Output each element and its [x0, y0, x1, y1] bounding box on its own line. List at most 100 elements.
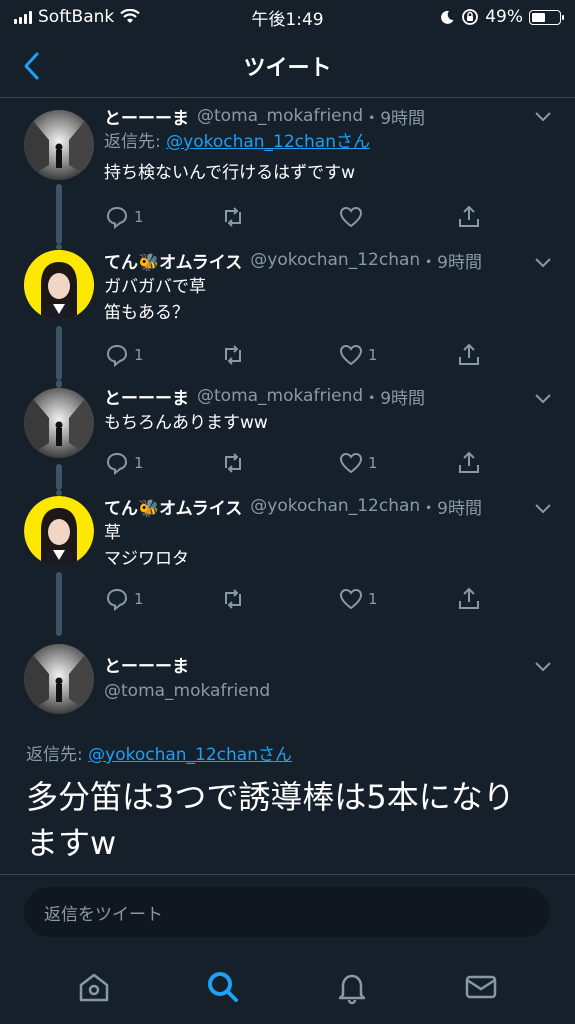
- retweet-icon: [225, 207, 241, 227]
- reply-button[interactable]: 1: [104, 586, 144, 612]
- user-handle[interactable]: @toma_mokafriend: [197, 386, 363, 406]
- reply-context: 返信先: @yokochan_12chanさん: [104, 128, 557, 156]
- timestamp[interactable]: 9時間: [437, 248, 482, 273]
- like-button[interactable]: 1: [338, 586, 378, 612]
- tweet-text-line: マジワロタ: [104, 549, 189, 569]
- reply-button[interactable]: 1: [104, 204, 144, 230]
- reply-icon: [106, 588, 128, 612]
- retweet-button[interactable]: [220, 204, 246, 230]
- thread-line: [56, 326, 62, 380]
- thread-line: [56, 184, 62, 244]
- share-icon: [459, 587, 479, 609]
- tweet-text: 草 マジワロタ: [104, 520, 557, 572]
- tweet-text-line: ガバガバで草: [104, 277, 206, 297]
- user-handle[interactable]: @yokochan_12chan: [250, 250, 420, 270]
- page-title: ツイート: [243, 55, 332, 81]
- main-tweet-text: 多分笛は3つで誘導棒は5本になりますw: [26, 778, 515, 862]
- tweet[interactable]: てん🐝オムライス @yokochan_12chan ・ 9時間 草 マジワロタ …: [0, 490, 575, 636]
- chevron-down-icon[interactable]: [533, 502, 553, 516]
- signal-icon: [14, 10, 32, 24]
- tab-notifications[interactable]: [330, 965, 374, 1009]
- tweet-actions: 1: [104, 204, 484, 234]
- separator-dot: ・: [420, 498, 438, 519]
- mail-icon: [465, 975, 496, 999]
- reply-label: 返信先:: [104, 132, 167, 152]
- display-name[interactable]: とーーーま: [104, 652, 557, 677]
- tweet[interactable]: とーーーま @toma_mokafriend ・ 9時間 返信先: @yokoc…: [0, 98, 575, 244]
- tweet-text: ガバガバで草 笛もある？: [104, 274, 557, 326]
- reply-icon: [106, 452, 128, 476]
- like-button[interactable]: 1: [338, 342, 378, 368]
- user-handle[interactable]: @yokochan_12chan: [250, 496, 420, 516]
- retweet-icon: [225, 453, 241, 473]
- heart-icon: [339, 588, 363, 610]
- chevron-down-icon[interactable]: [533, 110, 553, 124]
- timestamp[interactable]: 9時間: [380, 104, 425, 129]
- display-name[interactable]: てん🐝オムライス: [104, 494, 242, 519]
- tab-search[interactable]: [201, 965, 245, 1009]
- share-icon: [459, 205, 479, 227]
- chevron-down-icon[interactable]: [533, 392, 553, 406]
- separator-dot: ・: [420, 252, 438, 273]
- carrier-label: SoftBank: [38, 7, 115, 27]
- like-button[interactable]: 1: [338, 450, 378, 476]
- reply-count: 1: [134, 590, 144, 608]
- reply-to-link[interactable]: @yokochan_12chanさん: [88, 745, 292, 765]
- tab-messages[interactable]: [459, 965, 503, 1009]
- tweet[interactable]: とーーーま @toma_mokafriend ・ 9時間 もちろんありますww …: [0, 380, 575, 490]
- user-handle[interactable]: @toma_mokafriend: [197, 106, 363, 126]
- reply-count: 1: [134, 454, 144, 472]
- thread-line: [56, 572, 62, 636]
- reply-count: 1: [134, 346, 144, 364]
- reply-composer: 返信をツイート: [0, 874, 575, 950]
- nav-bar: ツイート: [0, 34, 575, 98]
- retweet-button[interactable]: [220, 450, 246, 476]
- tab-home[interactable]: [72, 965, 116, 1009]
- reply-input[interactable]: 返信をツイート: [24, 887, 550, 937]
- share-icon: [459, 451, 479, 473]
- share-button[interactable]: [456, 586, 482, 612]
- thread-line: [56, 380, 62, 388]
- tweet-actions: 1 1: [104, 342, 484, 372]
- retweet-icon: [225, 345, 241, 365]
- heart-icon: [339, 344, 363, 366]
- avatar[interactable]: [24, 110, 94, 180]
- display-name[interactable]: とーーーま: [104, 384, 189, 409]
- bell-icon: [338, 974, 366, 1005]
- reply-button[interactable]: 1: [104, 450, 144, 476]
- heart-icon: [339, 206, 363, 228]
- status-bar: SoftBank 午後1:49 49%: [0, 0, 575, 34]
- tweet-text-line: 持ち検ないんで行けるはずですw: [104, 163, 356, 183]
- back-chevron-icon[interactable]: [18, 50, 46, 82]
- like-count: 1: [368, 454, 378, 472]
- retweet-button[interactable]: [220, 586, 246, 612]
- display-name[interactable]: てん🐝オムライス: [104, 248, 242, 273]
- share-button[interactable]: [456, 450, 482, 476]
- home-icon: [80, 973, 109, 1002]
- timestamp[interactable]: 9時間: [380, 384, 425, 409]
- chevron-down-icon[interactable]: [533, 256, 553, 270]
- avatar[interactable]: [24, 644, 94, 714]
- battery-icon: [529, 9, 564, 25]
- reply-to-link[interactable]: @yokochan_12chanさん: [166, 132, 370, 152]
- user-handle[interactable]: @toma_mokafriend: [104, 681, 557, 701]
- tweet[interactable]: てん🐝オムライス @yokochan_12chan ・ 9時間 ガバガバで草 笛…: [0, 244, 575, 380]
- tweet-text: もちろんありますww: [104, 410, 557, 436]
- timestamp[interactable]: 9時間: [437, 494, 482, 519]
- display-name[interactable]: とーーーま: [104, 104, 189, 129]
- tweet-text-line: もちろんありますww: [104, 413, 268, 433]
- like-button[interactable]: [338, 204, 368, 230]
- tweet-text: 持ち検ないんで行けるはずですw: [104, 160, 557, 186]
- chevron-down-icon[interactable]: [533, 660, 553, 674]
- reply-icon: [106, 344, 128, 368]
- reply-icon: [106, 206, 128, 230]
- share-button[interactable]: [456, 204, 482, 230]
- share-button[interactable]: [456, 342, 482, 368]
- avatar[interactable]: [24, 388, 94, 458]
- reply-context: 返信先: @yokochan_12chanさん: [26, 740, 292, 765]
- moon-icon: [441, 10, 454, 24]
- reply-button[interactable]: 1: [104, 342, 144, 368]
- avatar[interactable]: [24, 250, 94, 320]
- retweet-button[interactable]: [220, 342, 246, 368]
- avatar[interactable]: [24, 496, 94, 566]
